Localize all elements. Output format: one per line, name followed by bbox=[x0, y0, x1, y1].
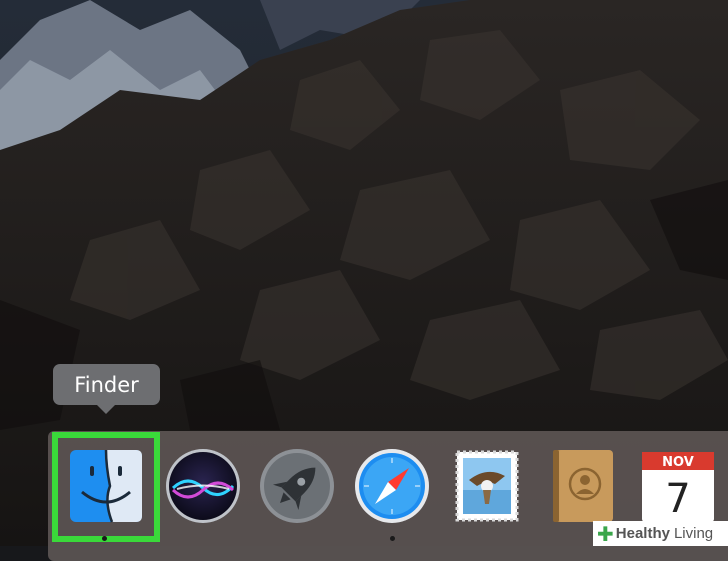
dock-item-calendar[interactable]: NOV 7 bbox=[638, 446, 718, 526]
dock-item-siri[interactable] bbox=[163, 446, 243, 526]
tooltip-label: Finder bbox=[74, 372, 139, 397]
dock-item-mail[interactable] bbox=[447, 446, 527, 526]
watermark-brand: Healthy bbox=[615, 525, 670, 542]
finder-tooltip: Finder bbox=[53, 364, 160, 414]
finder-highlight-box bbox=[52, 432, 160, 542]
dock-item-launchpad[interactable] bbox=[257, 446, 337, 526]
watermark-suffix: Living bbox=[673, 525, 714, 542]
calendar-month: NOV bbox=[662, 455, 694, 470]
calendar-icon: NOV 7 bbox=[642, 452, 714, 522]
siri-icon bbox=[166, 449, 240, 523]
contacts-icon bbox=[553, 450, 613, 522]
dock-item-contacts[interactable] bbox=[543, 446, 623, 526]
finder-running-indicator bbox=[102, 536, 107, 541]
mail-icon bbox=[455, 450, 519, 522]
dock-item-safari[interactable] bbox=[352, 446, 432, 541]
safari-running-indicator bbox=[390, 536, 395, 541]
safari-icon bbox=[355, 449, 429, 523]
healthy-living-watermark: ✚ Healthy Living bbox=[593, 521, 728, 546]
calendar-day: 7 bbox=[665, 476, 690, 522]
plus-icon: ✚ bbox=[597, 521, 614, 546]
launchpad-icon bbox=[260, 449, 334, 523]
